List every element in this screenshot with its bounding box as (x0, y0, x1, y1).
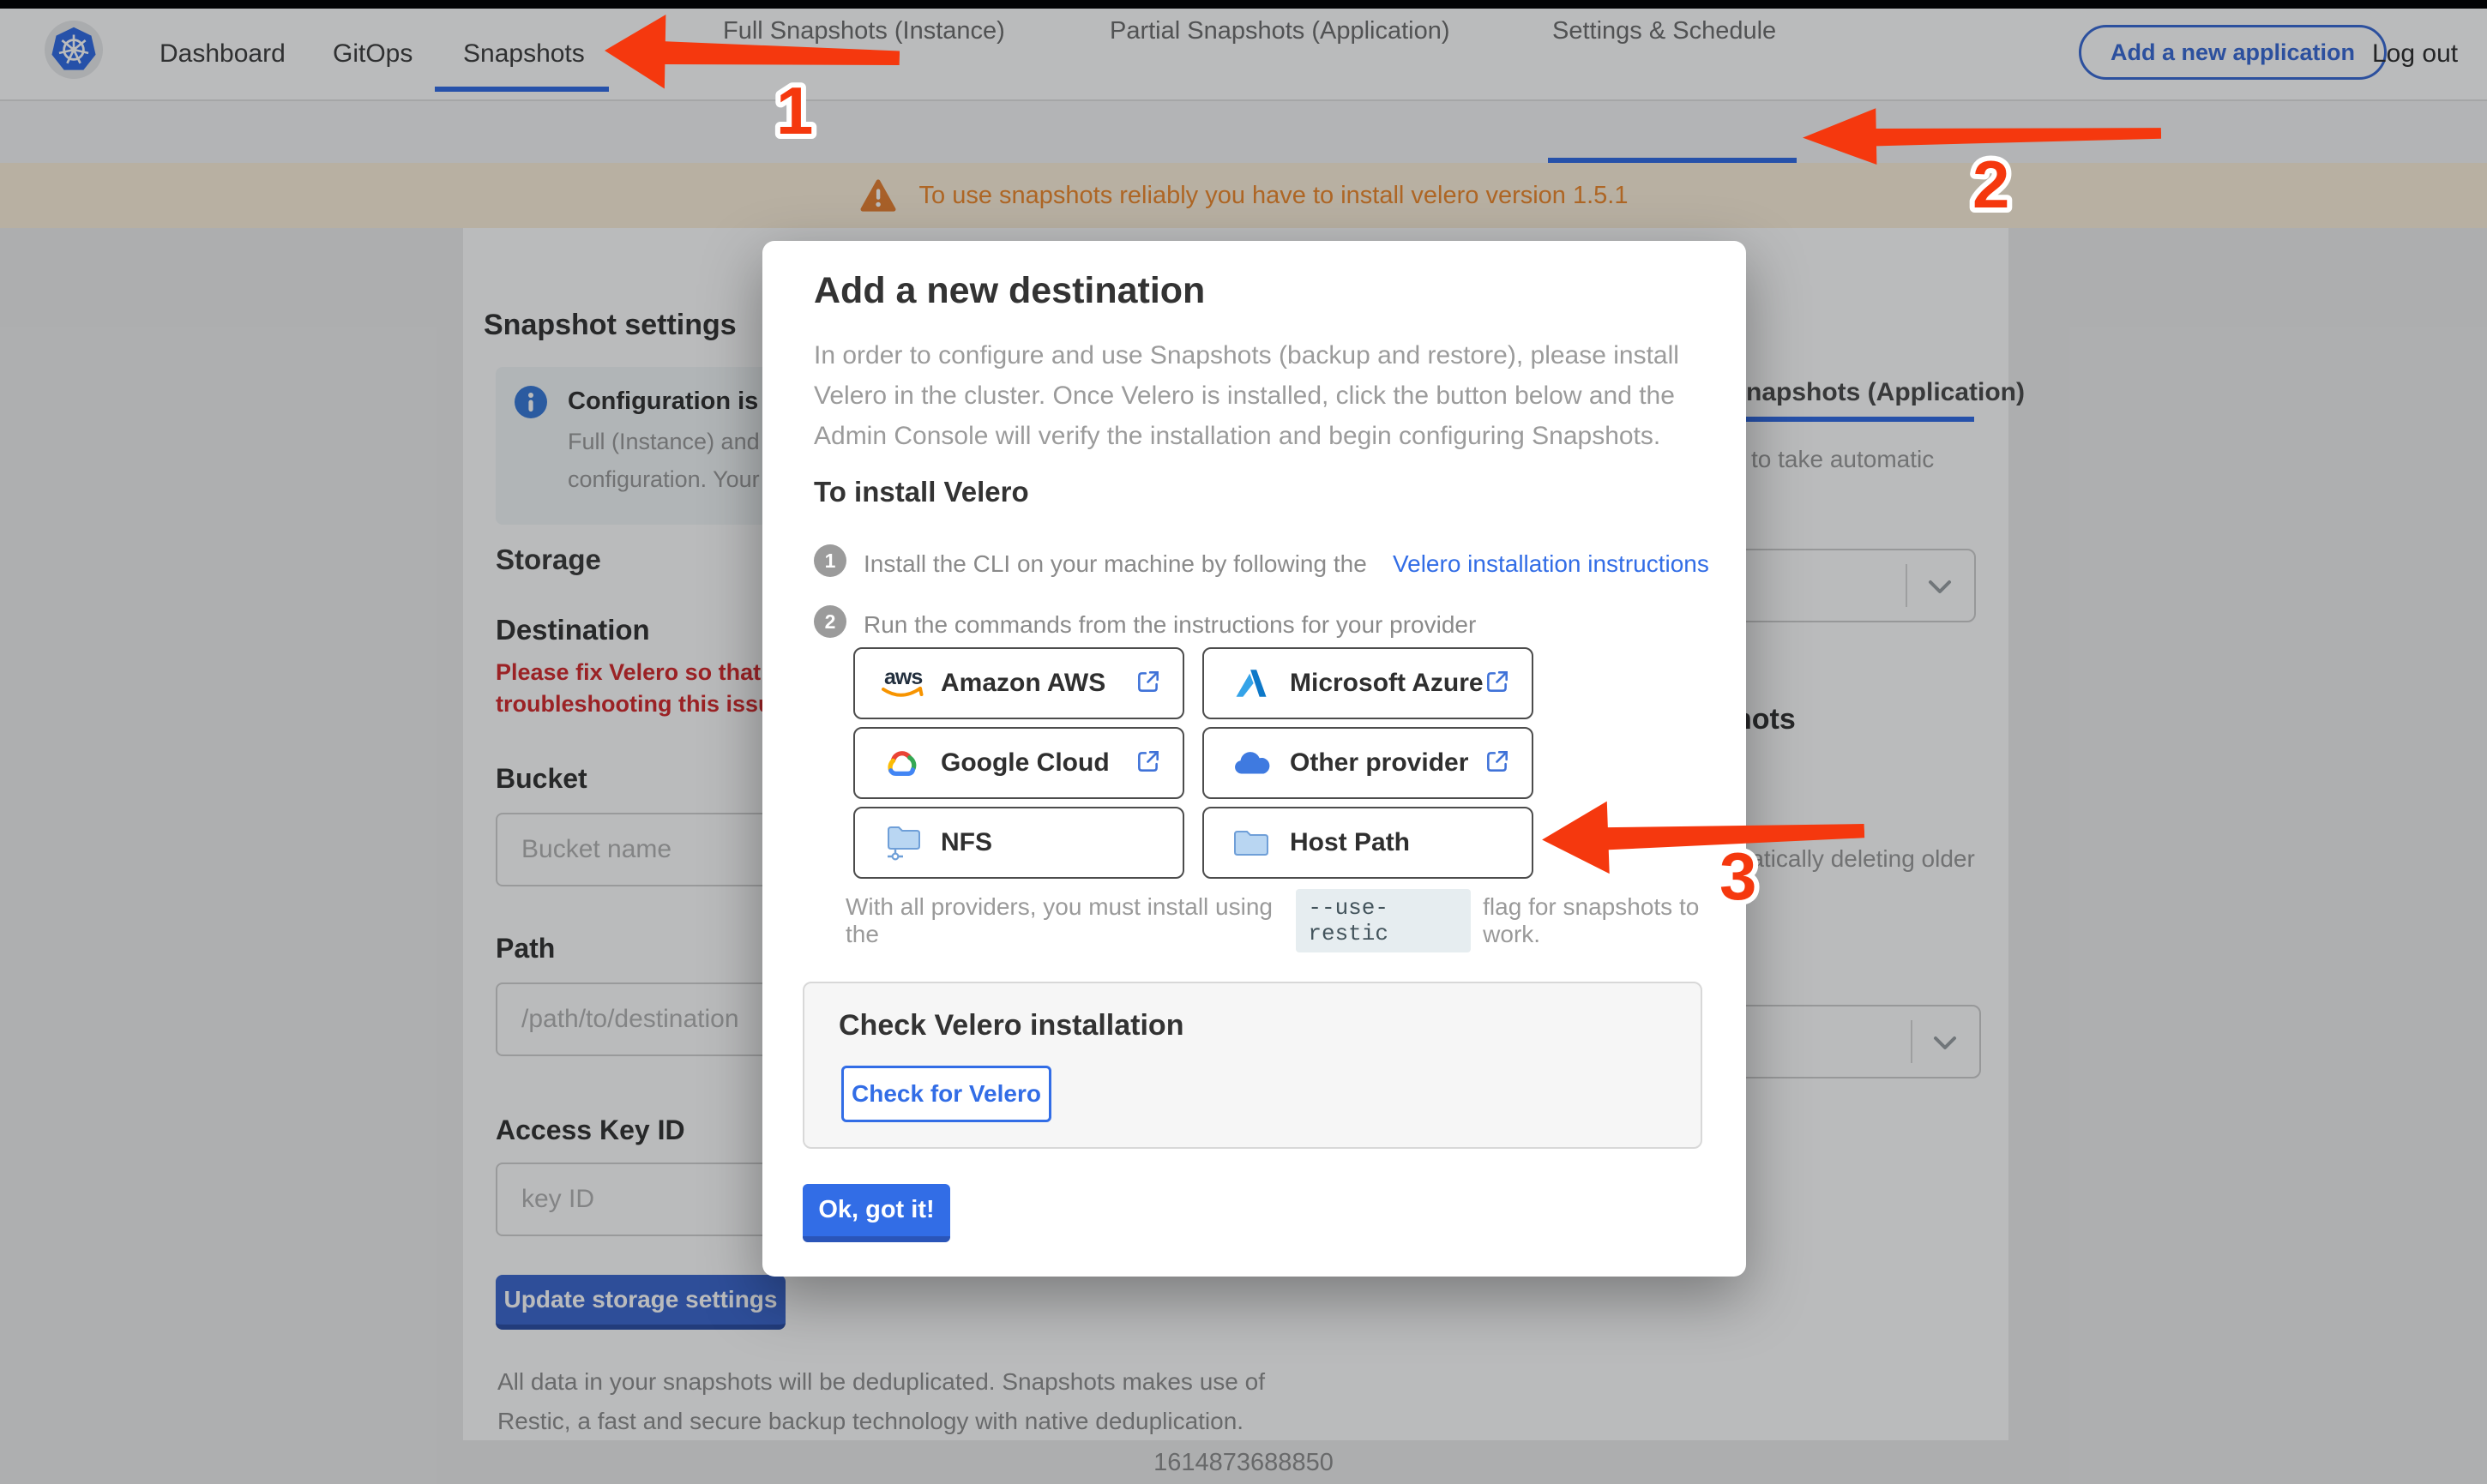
external-link-icon (1135, 668, 1162, 700)
external-link-icon (1484, 668, 1511, 700)
provider-label: Amazon AWS (941, 669, 1106, 697)
aws-icon: aws (876, 664, 929, 702)
nfs-folder-icon (876, 825, 929, 861)
google-cloud-icon (876, 747, 929, 779)
modal-title: Add a new destination (814, 270, 1206, 311)
provider-button-aws[interactable]: aws Amazon AWS (853, 647, 1184, 719)
provider-label: Other provider (1290, 748, 1469, 777)
step-2-text: Run the commands from the instructions f… (864, 611, 1477, 638)
provider-button-gcloud[interactable]: Google Cloud (853, 727, 1184, 799)
provider-label: Microsoft Azure (1290, 669, 1484, 697)
provider-button-hostpath[interactable]: Host Path (1202, 807, 1533, 879)
velero-instructions-link[interactable]: Velero installation instructions (1393, 550, 1709, 578)
provider-label: Google Cloud (941, 748, 1110, 777)
restic-note: With all providers, you must install usi… (846, 889, 1746, 952)
provider-grid: aws Amazon AWS Microsoft Azure Google Cl… (853, 647, 1533, 879)
provider-button-other[interactable]: Other provider (1202, 727, 1533, 799)
annotation-number-2: 2 (1967, 141, 2014, 227)
svg-text:2: 2 (1972, 147, 2009, 222)
restic-flag-chip: --use-restic (1296, 889, 1472, 952)
provider-label: Host Path (1290, 828, 1411, 856)
annotation-number-1: 1 (771, 68, 818, 153)
step-2-badge: 2 (814, 605, 846, 638)
modal-intro-line2: Velero in the cluster. Once Velero is in… (814, 382, 1675, 410)
external-link-icon (1135, 748, 1162, 779)
provider-button-nfs[interactable]: NFS (853, 807, 1184, 879)
check-velero-panel: Check Velero installation Check for Vele… (803, 982, 1702, 1149)
svg-text:3: 3 (1719, 838, 1756, 914)
modal-intro: In order to configure and use Snapshots … (814, 335, 1706, 456)
check-for-velero-button[interactable]: Check for Velero (841, 1066, 1051, 1122)
step-1-text: Install the CLI on your machine by follo… (864, 550, 1367, 577)
app-screen: Dashboard GitOps Snapshots Add a new app… (0, 0, 2487, 1484)
hostpath-folder-icon (1225, 826, 1278, 859)
azure-icon (1225, 667, 1278, 700)
add-destination-modal: Add a new destination In order to config… (762, 241, 1746, 1277)
modal-intro-line3: Admin Console will verify the installati… (814, 422, 1661, 450)
restic-prefix: With all providers, you must install usi… (846, 893, 1273, 947)
external-link-icon (1484, 748, 1511, 779)
svg-text:aws: aws (884, 665, 922, 689)
ok-got-it-button[interactable]: Ok, got it! (803, 1184, 950, 1242)
step-1-badge: 1 (814, 544, 846, 577)
cloud-icon (1225, 748, 1278, 778)
install-velero-heading: To install Velero (814, 476, 1029, 508)
annotation-number-3: 3 (1714, 833, 1761, 919)
provider-button-azure[interactable]: Microsoft Azure (1202, 647, 1533, 719)
svg-text:1: 1 (776, 73, 813, 148)
modal-intro-line1: In order to configure and use Snapshots … (814, 341, 1679, 369)
provider-label: NFS (941, 828, 992, 856)
check-velero-heading: Check Velero installation (839, 1009, 1184, 1042)
